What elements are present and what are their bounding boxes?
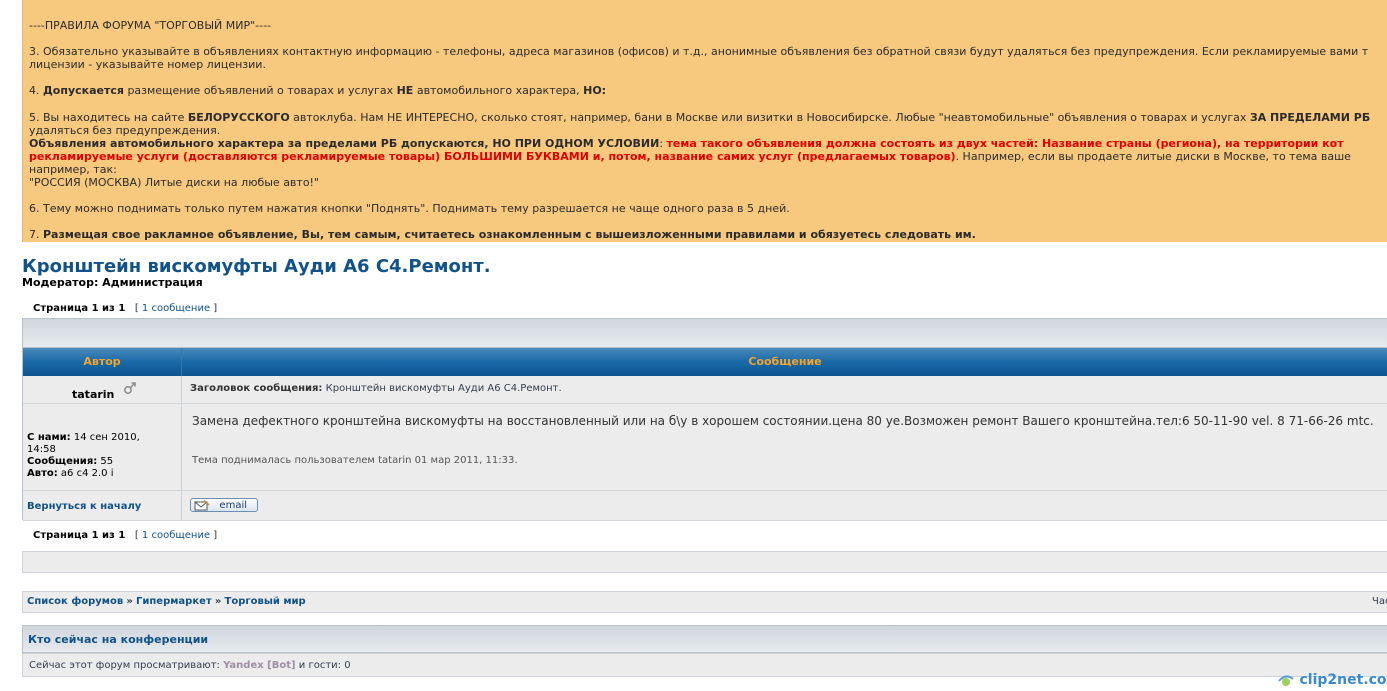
moderator-line: Модератор: Администрация	[22, 276, 203, 289]
envelope-icon	[194, 500, 210, 511]
rules-item-3-cont: лицензии - указывайте номер лицензии.	[29, 58, 266, 71]
breadcrumb: Список форумов » Гипермаркет » Торговый …	[22, 591, 1387, 613]
timezone-label: Час	[1372, 596, 1387, 607]
profile-car: Авто: а6 с4 2.0 i	[27, 468, 114, 479]
post-bumped-note: Тема поднималась пользователем tatarin 0…	[192, 455, 518, 466]
pagination-bottom: Страница 1 из 1 [ 1 сообщение ]	[33, 530, 218, 541]
rules-item-7: 7. Размещая свое ракламное объявление, В…	[29, 228, 976, 241]
rules-item-5-example: "РОССИЯ (МОСКВА) Литые диски на любые ав…	[29, 176, 320, 189]
rules-item-6: 6. Тему можно поднимать только путем наж…	[29, 202, 790, 215]
email-button[interactable]: email	[190, 498, 258, 512]
post-author-cell: tatarin	[23, 376, 182, 404]
rules-item-5-cont: удаляться без предупреждения.	[29, 124, 221, 137]
posts-table: Автор Сообщение tatarin Заголовок сообще…	[22, 348, 1387, 521]
rules-item-5-condition-cont: рекламируемые услуги (доставляются рекла…	[29, 150, 1351, 163]
breadcrumb-forum-list[interactable]: Список форумов	[27, 596, 123, 607]
rules-item-3: 3. Обязательно указывайте в объявлениях …	[29, 45, 1369, 58]
topic-title[interactable]: Кронштейн вискомуфты Ауди А6 С4.Ремонт.	[22, 256, 491, 277]
who-online-title: Кто сейчас на конференции	[28, 633, 209, 646]
post-body: Замена дефектного кронштейна вискомуфты …	[192, 414, 1374, 428]
profile-joined: С нами: 14 сен 2010,	[27, 432, 140, 443]
profile-posts: Сообщения: 55	[27, 456, 114, 467]
page-indicator-bottom: Страница 1 из 1	[33, 530, 126, 541]
topic-actions-bar-bottom	[22, 551, 1387, 573]
rules-item-5-example-label: например, так:	[29, 163, 117, 176]
post-footer-right: email	[182, 491, 1387, 521]
clip2net-text: clip2net.com	[1299, 672, 1387, 688]
breadcrumb-hypermarket[interactable]: Гипермаркет	[136, 596, 212, 607]
post-subject: Заголовок сообщения: Кронштейн вискомуфт…	[190, 383, 562, 394]
who-online-body: Сейчас этот форум просматривают: Yandex …	[22, 653, 1387, 677]
pagination-top: Страница 1 из 1 [ 1 сообщение ]	[33, 303, 218, 314]
email-button-label: email	[219, 500, 247, 511]
rules-item-4: 4. Допускается размещение объявлений о т…	[29, 84, 607, 97]
topic-actions-bar	[22, 318, 1387, 348]
post-author-name[interactable]: tatarin	[72, 388, 114, 401]
forum-rules-box: ----ПРАВИЛА ФОРУМА "ТОРГОВЫЙ МИР"---- 3.…	[22, 0, 1387, 242]
post-footer-left: Вернуться к началу	[23, 491, 182, 521]
breadcrumb-links: Список форумов » Гипермаркет » Торговый …	[27, 596, 306, 607]
gender-male-icon	[124, 382, 136, 394]
post-count-link[interactable]: 1 сообщение	[142, 303, 210, 314]
rules-item-5: 5. Вы находитесь на сайте БЕЛОРУССКОГО а…	[29, 111, 1371, 124]
clip2net-logo-icon	[1278, 675, 1294, 686]
who-online-text: Сейчас этот форум просматривают: Yandex …	[29, 660, 351, 671]
column-header-author: Автор	[23, 348, 182, 376]
post-subject-cell: Заголовок сообщения: Кронштейн вискомуфт…	[182, 376, 1387, 404]
back-to-top-link[interactable]: Вернуться к началу	[27, 501, 141, 512]
post-profile-cell: С нами: 14 сен 2010, 14:58 Сообщения: 55…	[23, 404, 182, 491]
page-indicator: Страница 1 из 1	[33, 303, 126, 314]
rules-item-5-condition: Объявления автомобильного характера за п…	[29, 137, 1344, 150]
online-bot-name[interactable]: Yandex [Bot]	[223, 660, 295, 671]
post-count-link-bottom[interactable]: 1 сообщение	[142, 530, 210, 541]
post-profile-details: С нами: 14 сен 2010, 14:58 Сообщения: 55…	[27, 432, 140, 480]
column-header-message: Сообщение	[182, 348, 1387, 376]
who-online-header: Кто сейчас на конференции	[22, 625, 1387, 653]
breadcrumb-separator: »	[214, 596, 222, 607]
rules-header: ----ПРАВИЛА ФОРУМА "ТОРГОВЫЙ МИР"----	[29, 19, 272, 32]
post-body-cell: Замена дефектного кронштейна вискомуфты …	[182, 404, 1387, 491]
clip2net-watermark: clip2net.com	[1276, 671, 1387, 689]
breadcrumb-trade-world[interactable]: Торговый мир	[225, 596, 306, 607]
profile-joined-time: 14:58	[27, 444, 56, 455]
breadcrumb-separator: »	[126, 596, 133, 607]
